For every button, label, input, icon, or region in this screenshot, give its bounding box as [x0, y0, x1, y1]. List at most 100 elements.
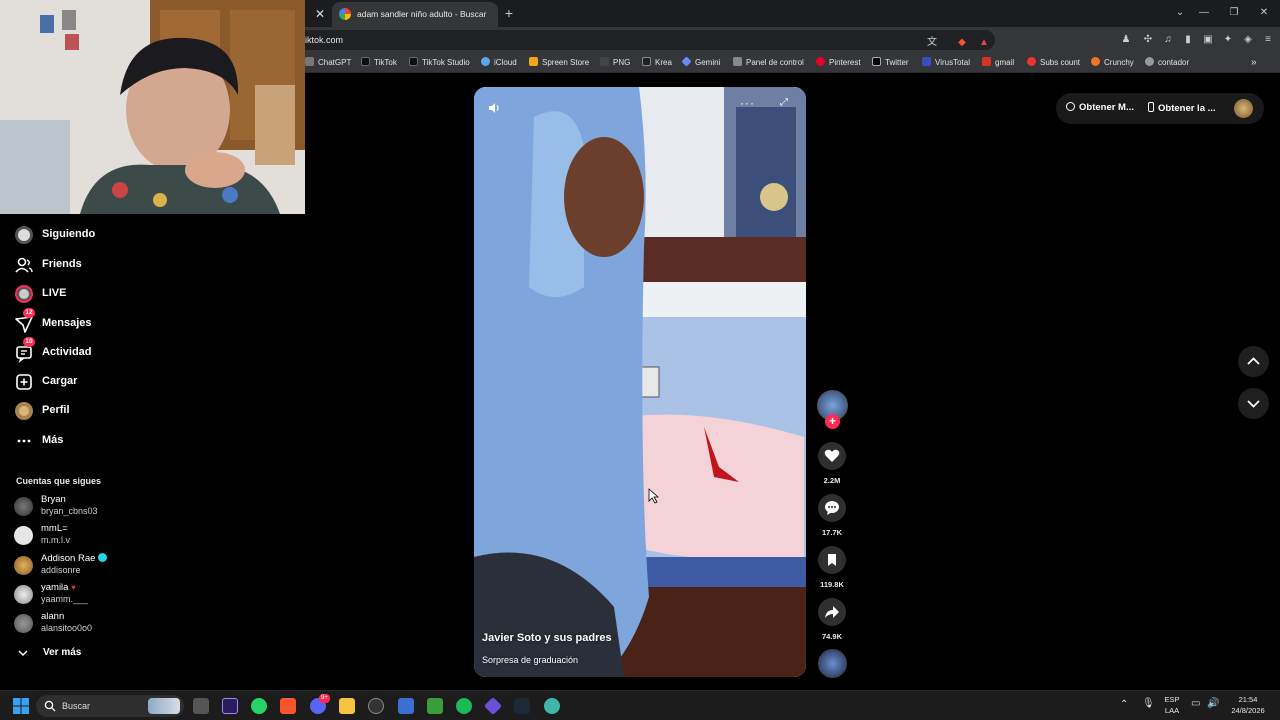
music-disc-icon[interactable]	[818, 649, 847, 678]
share-button[interactable]	[818, 598, 846, 626]
app-globe-icon[interactable]	[544, 698, 560, 714]
volume-icon[interactable]	[487, 101, 501, 115]
steam-icon[interactable]	[514, 698, 530, 714]
brave-browser-icon[interactable]	[280, 698, 296, 714]
save-button[interactable]	[818, 546, 846, 574]
bookmark-contador[interactable]: contador	[1145, 57, 1189, 70]
file-explorer-icon[interactable]	[339, 698, 355, 714]
video-author[interactable]: Javier Soto y sus padres	[482, 632, 612, 644]
media-icon[interactable]: ♫	[1161, 33, 1175, 47]
brave-shields-icon[interactable]: ◆	[955, 36, 969, 50]
bookmarks-overflow-icon[interactable]: »	[1251, 57, 1257, 70]
following-account-yamila[interactable]: yamila ♥ yaamm.___	[14, 582, 144, 608]
lips-emoji-icon: ♥	[71, 583, 76, 592]
account-name: Bryan	[41, 494, 66, 505]
browser-tab[interactable]: adam sandler niño adulto - Buscar co	[332, 2, 498, 27]
minecraft-icon[interactable]	[427, 698, 443, 714]
following-account-alann[interactable]: alann alansitoo0o0	[14, 611, 144, 637]
get-coins-button[interactable]: Obtener M...	[1066, 102, 1134, 113]
bookmark-twitter[interactable]: Twitter	[872, 57, 909, 70]
extensions-puzzle-icon[interactable]: ✣	[1141, 33, 1155, 47]
minimize-button[interactable]: —	[1195, 4, 1213, 22]
volume-tray-icon[interactable]: 🔊	[1207, 698, 1219, 709]
restore-button[interactable]: ❐	[1225, 4, 1243, 22]
input-language[interactable]: ESP	[1162, 695, 1182, 704]
bookmark-subs-count[interactable]: Subs count	[1027, 57, 1080, 70]
following-account-bryan[interactable]: Bryan bryan_cbns03	[14, 494, 144, 520]
keyboard-layout[interactable]: LAA	[1162, 706, 1182, 715]
tiktok-studio-icon	[409, 57, 418, 66]
next-video-button[interactable]	[1238, 388, 1269, 419]
following-account-mml[interactable]: mmL= m.m.l.v	[14, 523, 144, 549]
account-name: mmL=	[41, 523, 68, 534]
bookmark-png[interactable]: PNG	[600, 57, 630, 70]
video-player[interactable]: ··· ⤢ Javier Soto y sus padres Sorpresa …	[474, 87, 806, 677]
microsoft-store-icon[interactable]	[398, 698, 414, 714]
spotify-icon[interactable]	[456, 698, 472, 714]
more-options-icon[interactable]: ···	[740, 96, 755, 110]
clock-time[interactable]: 21:54	[1222, 695, 1274, 704]
menu-icon[interactable]: ≡	[1261, 33, 1275, 47]
app-diamond-icon[interactable]	[483, 696, 503, 716]
tab-search-chevron-icon[interactable]: ⌄	[1171, 4, 1189, 22]
previous-video-button[interactable]	[1238, 346, 1269, 377]
search-placeholder: Buscar	[62, 701, 91, 711]
whatsapp-icon[interactable]	[251, 698, 267, 714]
task-view-icon[interactable]	[193, 698, 209, 714]
translate-icon[interactable]: 文	[925, 36, 939, 50]
account-username: addisonre	[41, 565, 81, 575]
tray-chevron-up-icon[interactable]: ⌃	[1120, 699, 1128, 710]
user-avatar[interactable]	[1234, 99, 1253, 118]
extension-icon[interactable]: ♟	[1119, 33, 1133, 47]
crunchyroll-icon	[1091, 57, 1100, 66]
get-app-button[interactable]: Obtener la ...	[1148, 102, 1216, 114]
like-button[interactable]	[818, 442, 846, 470]
brave-rewards-icon[interactable]: ▲	[977, 36, 991, 50]
account-username: alansitoo0o0	[41, 623, 93, 633]
network-icon[interactable]: ▭	[1191, 698, 1200, 709]
bookmark-crunchy[interactable]: Crunchy	[1091, 57, 1134, 70]
new-tab-button[interactable]: +	[500, 4, 518, 22]
bookmark-spreen-store[interactable]: Spreen Store	[529, 57, 589, 70]
gemini-icon	[681, 56, 692, 67]
leo-ai-icon[interactable]: ✦	[1221, 33, 1235, 47]
bookmark-icloud[interactable]: iCloud	[481, 57, 517, 70]
clock-date[interactable]: 24/8/2026	[1222, 706, 1274, 715]
premiere-pro-icon[interactable]	[222, 698, 238, 714]
coin-icon	[1066, 102, 1075, 111]
bookmark-gemini[interactable]: Gemini	[681, 56, 720, 70]
obs-icon[interactable]	[368, 698, 384, 714]
comment-button[interactable]	[818, 494, 846, 522]
bookmark-panel-de-control[interactable]: Panel de control	[733, 57, 804, 70]
likes-count: 2.2M	[823, 476, 841, 485]
account-name: yamila ♥	[41, 582, 76, 593]
close-tab-icon[interactable]: ✕	[311, 5, 329, 23]
google-favicon-icon	[339, 8, 351, 20]
fullscreen-icon[interactable]: ⤢	[780, 97, 788, 108]
wallet-icon[interactable]: ▣	[1201, 33, 1215, 47]
url-text: iktok.com	[305, 35, 344, 45]
bookmark-virustotal[interactable]: VirusTotal	[922, 57, 970, 70]
follow-plus-button[interactable]: +	[825, 414, 840, 429]
windows-start-icon[interactable]	[12, 697, 30, 715]
vpn-icon[interactable]: ◈	[1241, 33, 1255, 47]
following-account-addison-rae[interactable]: Addison Rae addisonre	[14, 553, 144, 579]
bookmark-tiktok-studio[interactable]: TikTok Studio	[409, 57, 470, 70]
mouse-cursor-icon	[648, 488, 660, 504]
avatar	[14, 497, 33, 516]
browser-tab-strip: ✕ adam sandler niño adulto - Buscar co +…	[305, 0, 1280, 27]
bookmark-chatgpt[interactable]: ChatGPT	[305, 57, 351, 70]
bookmark-tiktok[interactable]: TikTok	[361, 57, 397, 70]
live-avatar-icon	[15, 285, 33, 303]
bookmark-krea[interactable]: Krea	[642, 57, 672, 70]
comments-count: 17.7K	[821, 528, 842, 537]
close-window-button[interactable]: ✕	[1255, 4, 1273, 22]
taskbar-search[interactable]: Buscar	[36, 695, 184, 717]
sidebar-item-label: Mensajes	[42, 317, 92, 329]
sidebar-icon[interactable]: ▮	[1181, 33, 1195, 47]
bookmark-gmail[interactable]: gmail	[982, 57, 1014, 70]
microphone-icon[interactable]: 🎙	[1142, 698, 1155, 709]
search-icon	[44, 700, 56, 712]
bookmark-pinterest[interactable]: Pinterest	[816, 57, 861, 70]
address-bar[interactable]: iktok.com 文 ◆ ▲	[305, 30, 995, 50]
